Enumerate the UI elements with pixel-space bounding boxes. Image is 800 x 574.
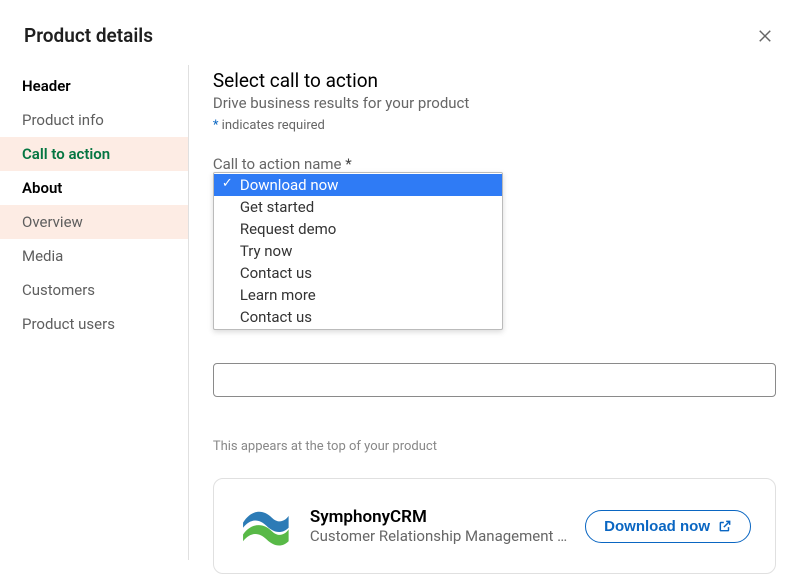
dropdown-option-learn-more[interactable]: Learn more xyxy=(214,284,502,306)
sidebar-item-call-to-action[interactable]: Call to action xyxy=(0,137,188,171)
preview-cta-button[interactable]: Download now xyxy=(585,510,751,543)
dropdown-option-get-started[interactable]: Get started xyxy=(214,196,502,218)
sidebar-item-customers[interactable]: Customers xyxy=(0,273,188,307)
dropdown-option-download-now[interactable]: Download now xyxy=(214,174,502,196)
dropdown-option-request-demo[interactable]: Request demo xyxy=(214,218,502,240)
dropdown-option-try-now[interactable]: Try now xyxy=(214,240,502,262)
product-meta: SymphonyCRM Customer Relationship Manage… xyxy=(310,507,567,545)
dropdown-option-contact-us[interactable]: Contact us xyxy=(214,262,502,284)
close-icon xyxy=(756,27,774,45)
product-logo xyxy=(238,499,292,553)
sidebar-item-media[interactable]: Media xyxy=(0,239,188,273)
sidebar-group-header: Header xyxy=(0,69,188,103)
required-note-text: indicates required xyxy=(218,118,324,133)
cta-name-label: Call to action name * xyxy=(213,155,776,173)
sidebar-item-product-info[interactable]: Product info xyxy=(0,103,188,137)
url-input[interactable] xyxy=(213,363,776,397)
modal-title: Product details xyxy=(24,24,153,47)
required-indicator-note: * indicates required xyxy=(213,118,776,133)
close-button[interactable] xyxy=(754,25,776,47)
sidebar-item-overview[interactable]: Overview xyxy=(0,205,188,239)
preview-card: SymphonyCRM Customer Relationship Manage… xyxy=(213,478,776,574)
url-field-wrapper xyxy=(213,363,776,397)
required-star: * xyxy=(345,155,351,173)
sidebar-group-about: About xyxy=(0,171,188,205)
section-title: Select call to action xyxy=(213,69,776,92)
external-link-icon xyxy=(718,519,732,533)
logo-wave-icon xyxy=(238,499,292,553)
preview-hint: This appears at the top of your product xyxy=(213,439,776,454)
main-panel: Select call to action Drive business res… xyxy=(189,65,800,560)
section-subtitle: Drive business results for your product xyxy=(213,94,776,112)
sidebar-item-product-users[interactable]: Product users xyxy=(0,307,188,341)
product-details-modal: Product details Header Product info Call… xyxy=(0,0,800,561)
product-name: SymphonyCRM xyxy=(310,507,567,527)
sidebar: Header Product info Call to action About… xyxy=(0,65,189,560)
product-description: Customer Relationship Management … xyxy=(310,527,567,545)
dropdown-option-contact-us-2[interactable]: Contact us xyxy=(214,306,502,328)
modal-body: Header Product info Call to action About… xyxy=(0,65,800,560)
cta-button-label: Download now xyxy=(604,518,710,535)
modal-header: Product details xyxy=(0,0,800,65)
cta-name-dropdown[interactable]: Download now Get started Request demo Tr… xyxy=(213,172,503,330)
